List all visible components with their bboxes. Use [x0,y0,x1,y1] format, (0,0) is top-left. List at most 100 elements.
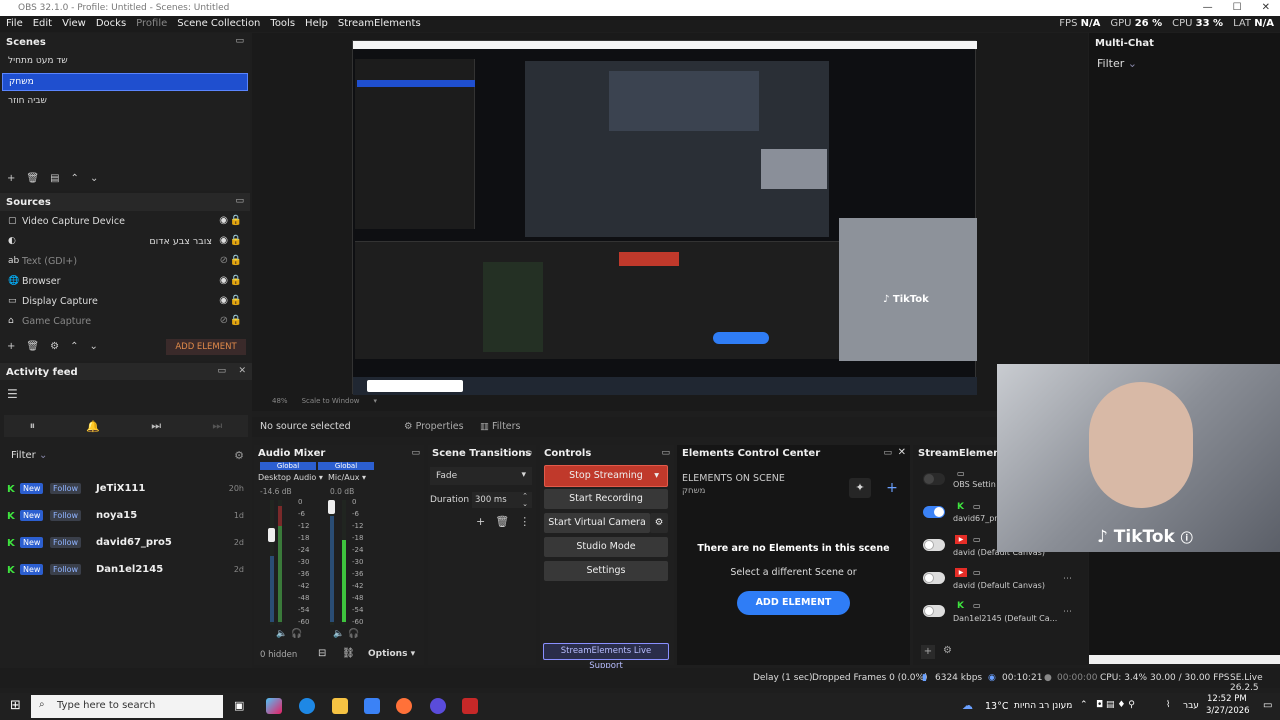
menu-help[interactable]: Help [305,18,328,29]
language-indicator[interactable]: עבר [1183,701,1199,711]
desktop-audio-meter[interactable] [268,500,296,625]
add-element-button[interactable]: ADD ELEMENT [166,339,246,355]
clock-date[interactable]: 3/27/2026 [1206,706,1250,716]
notification-icon[interactable]: ▭ [1263,700,1272,711]
maximize-icon[interactable]: ☐ [1233,2,1242,13]
add-element-button[interactable]: ADD ELEMENT [737,591,850,615]
scene-item[interactable]: שביה חוזר [2,93,248,111]
start-recording-button[interactable]: Start Recording [544,489,668,509]
source-settings-icon[interactable]: ⚙ [50,341,59,352]
toggle-kick[interactable] [923,506,945,518]
hidden-eye-icon[interactable]: ⊘ [220,255,228,266]
visibility-eye-icon[interactable]: ◉ [219,295,228,306]
properties-button[interactable]: ⚙ Properties [404,421,464,432]
undock-icon[interactable]: ▭ [235,196,244,206]
visibility-eye-icon[interactable]: ◉ [219,235,228,246]
stop-streaming-button[interactable]: Stop Streaming ▾ [544,465,668,487]
hamburger-menu-icon[interactable]: ☰ [7,387,18,401]
add-transition-icon[interactable]: + [476,515,485,528]
undock-icon[interactable]: ▭ [235,36,244,46]
activity-row[interactable]: K New Follow david67_pro5 2d [0,533,250,555]
stepper-icon[interactable]: ⌃ ⌄ [522,492,528,508]
chevron-up-icon[interactable]: ⌃ [1080,700,1088,710]
menu-scene-collection[interactable]: Scene Collection [177,18,260,29]
move-down-icon[interactable]: ⌄ [90,173,98,184]
more-options-icon[interactable]: ⋮ [519,515,530,528]
remove-scene-icon[interactable]: 🗑 [26,173,39,184]
menu-docks[interactable]: Docks [96,18,126,29]
add-source-icon[interactable]: + [7,341,15,352]
undock-icon[interactable]: ▭ [217,366,226,376]
settings-button[interactable]: Settings [544,561,668,581]
chevron-down-icon[interactable]: ▾ [373,397,377,405]
headphones-icon[interactable]: 🎧 [348,629,359,639]
lock-icon[interactable]: 🔒 [230,315,242,326]
transition-select[interactable]: Fade ▾ [430,467,532,485]
activity-row[interactable]: K New Follow Dan1el2145 2d [0,560,250,582]
lock-icon[interactable]: 🔒 [230,215,242,226]
more-icon[interactable]: ⋯ [1063,574,1072,584]
toggle-obs-settings[interactable] [923,473,945,485]
scene-item-selected[interactable]: משחק [2,73,248,91]
zoom-level[interactable]: 48% [272,397,288,405]
skip-icon[interactable]: ⏭ [151,419,161,433]
preview-canvas[interactable]: ♪ TikTok [352,40,977,395]
copilot-icon[interactable] [266,698,282,714]
volume-slider-handle[interactable] [268,528,275,542]
move-up-icon[interactable]: ⌃ [71,173,79,184]
source-item[interactable]: ▢ Video Capture Device ◉ 🔒 [0,212,250,232]
firefox-icon[interactable] [396,698,412,714]
close-icon[interactable]: ✕ [1262,2,1270,13]
more-icon[interactable]: ⋯ [1063,607,1072,617]
activity-row[interactable]: K New Follow noya15 1d [0,506,250,528]
link-icon[interactable]: ⛓ [342,648,355,659]
options-dropdown[interactable]: Options ▾ [368,649,415,659]
menu-file[interactable]: File [6,18,23,29]
activity-row[interactable]: K New Follow JeTiX111 20h [0,479,250,501]
filter-scene-icon[interactable]: ▤ [50,173,59,184]
preview-area[interactable]: ♪ TikTok 48% Scale to Window ▾ [252,33,1088,411]
menu-edit[interactable]: Edit [33,18,52,29]
scale-mode[interactable]: Scale to Window [302,397,360,405]
channel-mic-aux[interactable]: Mic/Aux ▾ [328,473,366,482]
hidden-count[interactable]: 0 hidden [260,650,297,660]
undock-icon[interactable]: ▭ [883,448,892,458]
hidden-eye-icon[interactable]: ⊘ [220,315,228,326]
lock-icon[interactable]: 🔒 [230,235,242,246]
add-scene-icon[interactable]: + [7,173,15,184]
filter-dropdown[interactable]: Filter ⌄ [11,450,47,461]
multichat-filter[interactable]: Filter ⌄ [1097,57,1137,70]
skip-end-icon[interactable]: ⏭ [212,419,222,433]
chevron-down-icon[interactable]: ▾ [654,466,659,486]
remove-transition-icon[interactable]: 🗑 [495,515,509,528]
windows-start-icon[interactable]: ⊞ [10,698,21,713]
task-view-icon[interactable]: ▣ [234,699,244,712]
obs-icon[interactable] [430,698,446,714]
toggle-kick[interactable] [923,605,945,617]
minimize-icon[interactable]: — [1203,2,1213,13]
lock-icon[interactable]: 🔒 [230,255,242,266]
move-up-icon[interactable]: ⌃ [70,341,78,352]
source-item[interactable]: 🌐 Browser ◉ 🔒 [0,272,250,292]
close-icon[interactable]: ✕ [238,366,246,376]
tray-icons[interactable]: ◘ ▤ ♦ ⚲ [1096,700,1135,710]
source-item[interactable]: ◐ צובר צבע אדום ◉ 🔒 [0,232,250,252]
source-item[interactable]: ▭ Display Capture ◉ 🔒 [0,292,250,312]
start-virtual-camera-button[interactable]: Start Virtual Camera [544,513,650,533]
source-item[interactable]: ab Text (GDI+) ⊘ 🔒 [0,252,250,272]
lock-icon[interactable]: 🔒 [230,295,242,306]
menu-tools[interactable]: Tools [270,18,295,29]
undock-icon[interactable]: ▭ [661,448,670,458]
channel-desktop-audio[interactable]: Desktop Audio ▾ [258,473,323,482]
add-icon[interactable]: + [881,478,903,498]
clock-time[interactable]: 12:52 PM [1207,694,1247,704]
close-icon[interactable]: ✕ [898,447,906,458]
move-down-icon[interactable]: ⌄ [89,341,97,352]
undock-icon[interactable]: ▭ [523,448,532,458]
layout-icon[interactable]: ⊟ [318,648,326,659]
network-icon[interactable]: ⌇ [1166,700,1170,710]
volume-slider-handle[interactable] [328,500,335,514]
scene-item[interactable]: שד מעט מתחיל [2,53,248,71]
sparkle-icon[interactable]: ✦ [849,478,871,498]
menu-streamelements[interactable]: StreamElements [338,18,421,29]
